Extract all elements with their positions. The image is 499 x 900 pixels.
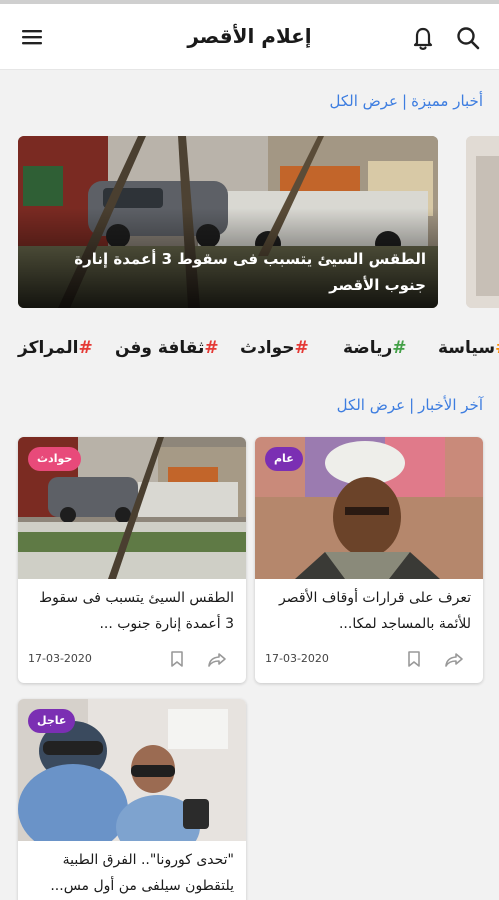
category-hash: # — [204, 338, 219, 358]
news-card[interactable]: عاجل "تحدى كورونا".. الفرق الطبية يلتقطو… — [18, 699, 246, 900]
category-tag-incidents[interactable]: #حوادث — [240, 338, 309, 358]
app-bar: إعلام الأقصر — [0, 4, 499, 70]
category-label: سياسة — [438, 338, 496, 358]
featured-section-header: أخبار مميزة|عرض الكل — [330, 92, 484, 110]
news-card-date: 17-03-2020 — [28, 652, 92, 665]
share-icon[interactable] — [443, 649, 465, 669]
news-card-date: 17-03-2020 — [265, 652, 329, 665]
share-icon[interactable] — [206, 649, 228, 669]
news-card-title: "تحدى كورونا".. الفرق الطبية يلتقطون سيل… — [50, 852, 234, 894]
category-hash: # — [294, 338, 309, 358]
category-hash: # — [78, 338, 93, 358]
featured-news-title: الطقس السيئ يتسبب فى سقوط 3 أعمدة إنارة … — [74, 250, 426, 294]
latest-section-title: آخر الأخبار — [418, 396, 483, 414]
featured-section-title: أخبار مميزة — [411, 92, 483, 110]
featured-news-card[interactable]: الطقس السيئ يتسبب فى سقوط 3 أعمدة إنارة … — [18, 136, 438, 308]
news-card-title: تعرف على قرارات أوقاف الأقصر للأئمة بالم… — [278, 590, 471, 632]
news-card-category-badge: حوادث — [28, 447, 82, 471]
latest-section-header: آخر الأخبار|عرض الكل — [337, 396, 483, 414]
news-card-title: الطقس السيئ يتسبب فى سقوط 3 أعمدة إنارة … — [39, 590, 234, 632]
search-icon[interactable] — [451, 21, 485, 55]
category-tags-row: #المراكز #ثقافة وفن #حوادث #رياضة #سياسة — [0, 338, 499, 368]
category-tag-sports[interactable]: #رياضة — [343, 338, 407, 358]
category-hash: # — [392, 338, 407, 358]
category-tag-centers[interactable]: #المراكز — [18, 338, 93, 358]
bookmark-icon[interactable] — [168, 649, 186, 669]
next-featured-card-peek[interactable] — [466, 136, 499, 308]
category-hash: # — [495, 338, 499, 358]
category-label: رياضة — [343, 338, 393, 358]
news-card-category-badge: عام — [265, 447, 303, 471]
category-label: المراكز — [18, 338, 79, 358]
category-label: ثقافة وفن — [115, 338, 205, 358]
news-card-category-badge: عاجل — [28, 709, 76, 733]
bookmark-icon[interactable] — [405, 649, 423, 669]
featured-section-separator: | — [402, 92, 408, 110]
news-card[interactable]: حوادث الطقس السيئ يتسبب فى سقوط 3 أعمدة … — [18, 437, 246, 683]
latest-section-separator: | — [409, 396, 415, 414]
next-featured-image — [466, 136, 499, 308]
category-tag-culture[interactable]: #ثقافة وفن — [115, 338, 219, 358]
latest-view-all-link[interactable]: عرض الكل — [337, 396, 406, 414]
featured-view-all-link[interactable]: عرض الكل — [330, 92, 399, 110]
bell-icon[interactable] — [406, 21, 440, 55]
category-label: حوادث — [240, 338, 295, 358]
news-card[interactable]: عام تعرف على قرارات أوقاف الأقصر للأئمة … — [255, 437, 483, 683]
category-tag-politics[interactable]: #سياسة — [438, 338, 499, 358]
